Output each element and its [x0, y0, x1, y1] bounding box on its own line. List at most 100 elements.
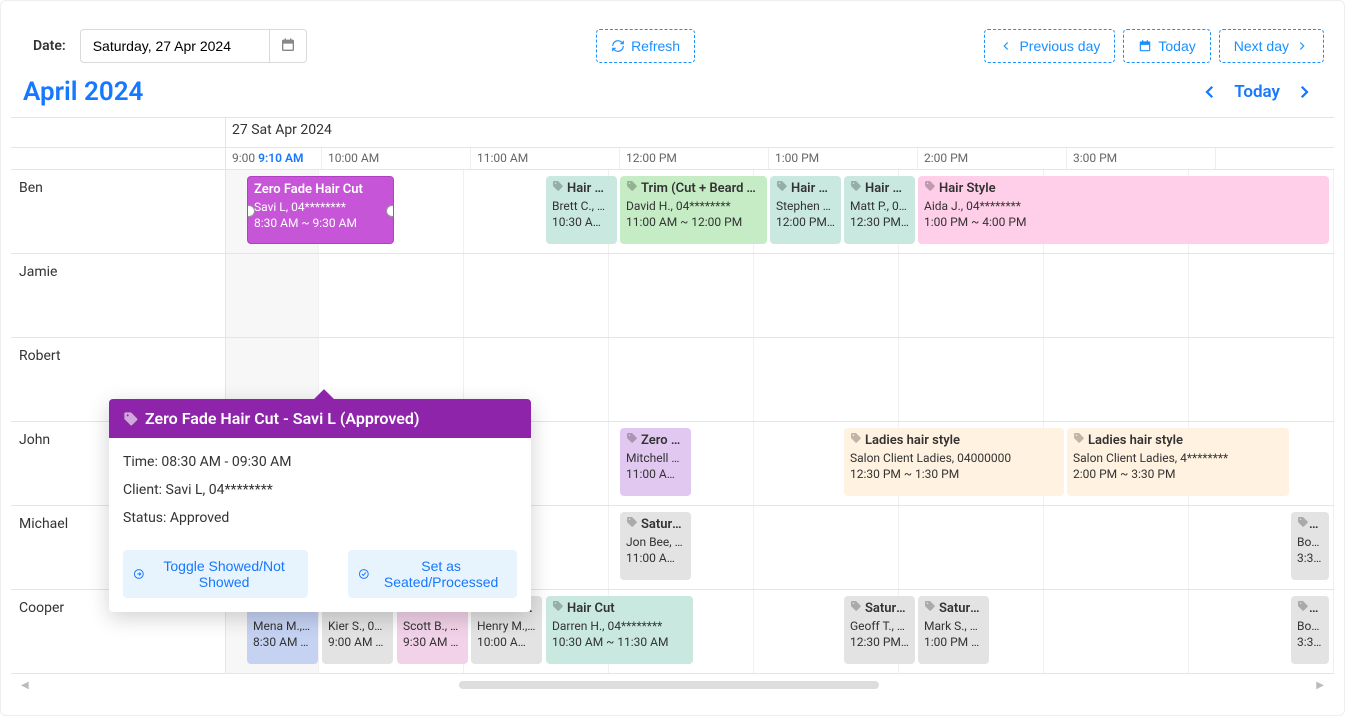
calendar-event[interactable]: SaturdayGeoff T., 041112:30 PM ~ 1 — [844, 596, 915, 664]
event-client: Mark S., 0439 — [924, 618, 983, 634]
event-title: Hair Cut — [552, 180, 611, 198]
day-header: 27 Sat Apr 2024 — [226, 118, 1334, 147]
tag-icon — [850, 433, 862, 448]
calendar-event[interactable]: Hair CutDarren H., 04********10:30 AM ~ … — [546, 596, 693, 664]
tag-icon — [1297, 601, 1309, 616]
refresh-button[interactable]: Refresh — [596, 29, 695, 63]
event-time: 12:30 PM ~ 1 — [850, 634, 909, 650]
check-circle-icon — [358, 567, 370, 581]
calendar-event[interactable]: SaturdayJon Bee, 040911:00 AM ~ 1 — [620, 512, 691, 580]
event-client: Stephen D., 04 — [776, 198, 835, 214]
event-title: Ladies hair style — [1073, 432, 1283, 450]
calendar-event[interactable]: SaBob H3:30 P — [1291, 512, 1329, 580]
calendar-event[interactable]: Ladies hair styleSalon Client Ladies, 4*… — [1067, 428, 1289, 496]
calendar-event[interactable]: Hair CutBrett C., 040410:30 AM ~ — [546, 176, 617, 244]
tag-icon — [123, 411, 139, 427]
event-popover: Zero Fade Hair Cut - Savi L (Approved) T… — [109, 399, 531, 612]
calendar-button[interactable] — [270, 29, 307, 63]
event-time: 1:00 PM ~ 1:3 — [924, 634, 983, 650]
event-time: 12:00 PM ~ 1 — [776, 214, 835, 230]
next-period-button[interactable] — [1294, 82, 1314, 102]
event-client: Matt P., 04144 — [850, 198, 909, 214]
scroll-left-icon[interactable]: ◀ — [21, 680, 29, 691]
today-button[interactable]: Today — [1123, 29, 1210, 63]
event-time: 11:00 AM ~ — [626, 466, 685, 482]
tag-icon — [924, 601, 936, 616]
date-label: Date: — [33, 38, 66, 54]
circle-arrow-icon — [133, 567, 145, 581]
event-time: 3:30 P — [1297, 634, 1323, 650]
calendar-event[interactable]: Zero FadMitchell N., 0411:00 AM ~ — [620, 428, 691, 496]
event-title: Saturday — [924, 600, 983, 618]
scroll-right-icon[interactable]: ▶ — [1316, 680, 1324, 691]
tag-icon — [850, 181, 862, 196]
event-client: Brett C., 0404 — [552, 198, 611, 214]
calendar-event[interactable]: Zero Fade Hair CutSavi L, 04********8:30… — [247, 176, 394, 244]
event-client: Savi L, 04******** — [254, 199, 387, 215]
scroll-thumb[interactable] — [459, 681, 879, 689]
event-client: Salon Client Ladies, 4******** — [1073, 450, 1283, 466]
schedule-grid: 27 Sat Apr 2024 9:00 9:10 AM 10:00 AM 11… — [11, 117, 1334, 674]
toggle-showed-button[interactable]: Toggle Showed/Not Showed — [123, 550, 308, 598]
event-client: Mitchell N., 04 — [626, 450, 685, 466]
calendar-event[interactable]: SaBob H3:30 P — [1291, 596, 1329, 664]
event-time: 11:00 AM ~ 12:00 PM — [626, 214, 761, 230]
calendar-icon — [1138, 39, 1152, 53]
event-time: 10:30 AM ~ 11:30 AM — [552, 634, 687, 650]
date-input[interactable] — [80, 29, 270, 63]
event-client: Henry M., 043 — [477, 618, 536, 634]
event-time: 10:30 AM ~ — [552, 214, 611, 230]
tag-icon — [626, 517, 638, 532]
event-client: Salon Client Ladies, 04000000 — [850, 450, 1058, 466]
event-time: 8:30 AM ~ 9:0 — [253, 634, 312, 650]
popover-title: Zero Fade Hair Cut - Savi L (Approved) — [145, 409, 420, 428]
event-title: Zero Fade Hair Cut — [254, 181, 387, 199]
staff-name: Ben — [11, 170, 226, 253]
month-header: April 2024 Today — [11, 73, 1334, 117]
calendar-event[interactable]: Ladies hair styleSalon Client Ladies, 04… — [844, 428, 1064, 496]
event-time: 2:00 PM ~ 3:30 PM — [1073, 466, 1283, 482]
event-client: Aida J., 04******** — [924, 198, 1323, 214]
event-title: Ladies hair style — [850, 432, 1058, 450]
month-title: April 2024 — [23, 77, 143, 107]
next-day-button[interactable]: Next day — [1219, 29, 1324, 63]
prev-period-button[interactable] — [1200, 82, 1220, 102]
event-title: Trim (Cut + Beard Trim) — [626, 180, 761, 198]
event-time: 12:30 PM ~ 1:30 PM — [850, 466, 1058, 482]
previous-day-button[interactable]: Previous day — [984, 29, 1115, 63]
event-time: 11:00 AM ~ 1 — [626, 550, 685, 566]
event-time: 9:30 AM ~ 9:3 — [403, 634, 462, 650]
calendar-event[interactable]: SaturdayMark S., 04391:00 PM ~ 1:3 — [918, 596, 989, 664]
event-client: Kier S., 04257 — [328, 618, 387, 634]
tag-icon — [924, 181, 936, 196]
calendar-icon — [280, 37, 296, 53]
event-title: Hair Cut — [850, 180, 909, 198]
event-client: Scott B., 0427 — [403, 618, 462, 634]
event-client: Jon Bee, 0409 — [626, 534, 685, 550]
event-title: Hair Style — [924, 180, 1323, 198]
timeline-track[interactable] — [226, 254, 1334, 337]
calendar-event[interactable]: Trim (Cut + Beard Trim)David H., 04*****… — [620, 176, 767, 244]
event-title: Saturday — [626, 516, 685, 534]
horizontal-scrollbar[interactable]: ◀ ▶ — [11, 678, 1334, 696]
today-link[interactable]: Today — [1234, 82, 1280, 102]
event-time: 12:30 PM ~ 1 — [850, 214, 909, 230]
staff-row: Ben Zero Fade Hair CutSavi L, 04********8… — [11, 170, 1334, 254]
event-client: Bob H — [1297, 534, 1323, 550]
calendar-event[interactable]: Hair StyleAida J., 04********1:00 PM ~ 4… — [918, 176, 1329, 244]
event-title: Sa — [1297, 516, 1323, 534]
chevron-right-icon — [1295, 83, 1313, 101]
tag-icon — [552, 601, 564, 616]
tag-icon — [850, 601, 862, 616]
date-picker[interactable] — [80, 29, 307, 63]
timeline-track[interactable]: Zero Fade Hair CutSavi L, 04********8:30… — [226, 170, 1334, 253]
event-client: Bob H — [1297, 618, 1323, 634]
time-axis: 9:00 9:10 AM 10:00 AM 11:00 AM 12:00 PM … — [11, 148, 1334, 170]
tag-icon — [776, 181, 788, 196]
tag-icon — [626, 433, 638, 448]
calendar-event[interactable]: Hair CutMatt P., 0414412:30 PM ~ 1 — [844, 176, 915, 244]
set-seated-button[interactable]: Set as Seated/Processed — [348, 550, 517, 598]
calendar-event[interactable]: Hair CutStephen D., 0412:00 PM ~ 1 — [770, 176, 841, 244]
tag-icon — [1297, 517, 1309, 532]
tag-icon — [552, 181, 564, 196]
